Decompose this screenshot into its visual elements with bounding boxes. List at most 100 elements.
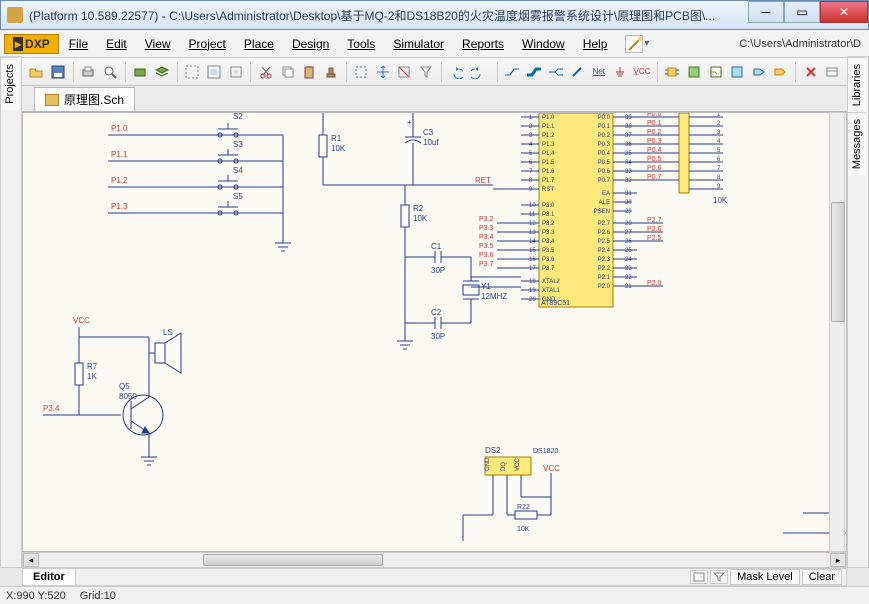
clear-filter-icon[interactable] bbox=[416, 61, 436, 83]
svg-text:P0.2: P0.2 bbox=[647, 129, 662, 136]
copy-icon[interactable] bbox=[278, 61, 298, 83]
svg-text:P2.0: P2.0 bbox=[647, 280, 662, 287]
preview-icon[interactable] bbox=[100, 61, 120, 83]
customize-icon[interactable] bbox=[625, 35, 643, 53]
svg-text:19: 19 bbox=[529, 288, 536, 294]
close-button[interactable]: ✕ bbox=[820, 1, 868, 23]
menu-view[interactable]: View bbox=[137, 34, 179, 54]
svg-text:33: 33 bbox=[625, 169, 632, 175]
svg-text:VCC: VCC bbox=[73, 316, 90, 325]
projects-panel-tab[interactable]: Projects bbox=[1, 57, 19, 110]
svg-text:31: 31 bbox=[625, 191, 632, 197]
svg-text:P2.7: P2.7 bbox=[598, 221, 611, 227]
svg-text:GND: GND bbox=[542, 297, 556, 303]
right-panel-rail[interactable]: Libraries Messages bbox=[847, 56, 869, 568]
vertical-scrollbar[interactable] bbox=[829, 112, 845, 552]
horizontal-scrollbar[interactable]: ◂ ▸ bbox=[22, 552, 847, 568]
mask-icon[interactable] bbox=[690, 570, 708, 584]
place-no-erc-icon[interactable] bbox=[801, 61, 821, 83]
svg-text:22: 22 bbox=[625, 275, 632, 281]
v-scroll-thumb[interactable] bbox=[831, 202, 845, 322]
svg-text:18: 18 bbox=[529, 279, 536, 285]
svg-text:S4: S4 bbox=[233, 166, 243, 175]
svg-text:DQ: DQ bbox=[501, 462, 507, 471]
svg-text:Q5: Q5 bbox=[119, 382, 130, 391]
select-icon[interactable] bbox=[351, 61, 371, 83]
minimize-button[interactable]: ─ bbox=[748, 1, 784, 23]
svg-text:17: 17 bbox=[529, 266, 536, 272]
left-panel-rail[interactable]: Projects bbox=[0, 56, 22, 568]
svg-text:P2.5: P2.5 bbox=[647, 235, 662, 242]
undo-icon[interactable] bbox=[447, 61, 467, 83]
print-icon[interactable] bbox=[79, 61, 99, 83]
menu-design[interactable]: Design bbox=[284, 34, 337, 54]
browse-components-icon[interactable] bbox=[823, 61, 843, 83]
place-bus-icon[interactable] bbox=[524, 61, 544, 83]
place-signal-harness-icon[interactable] bbox=[546, 61, 566, 83]
place-harness-connector-icon[interactable] bbox=[749, 61, 769, 83]
messages-panel-tab[interactable]: Messages bbox=[848, 112, 866, 175]
place-sheet-entry-icon[interactable] bbox=[706, 61, 726, 83]
place-device-sheet-icon[interactable] bbox=[727, 61, 747, 83]
menu-simulator[interactable]: Simulator bbox=[385, 34, 452, 54]
svg-text:P0.1: P0.1 bbox=[647, 120, 662, 127]
editor-tab[interactable]: Editor bbox=[23, 569, 76, 585]
svg-text:P0.4: P0.4 bbox=[647, 147, 662, 154]
svg-text:P2.4: P2.4 bbox=[598, 248, 611, 254]
schematic-file-icon bbox=[45, 94, 59, 106]
svg-text:P0.1: P0.1 bbox=[598, 124, 611, 130]
save-icon[interactable] bbox=[48, 61, 68, 83]
h-scroll-thumb[interactable] bbox=[203, 554, 383, 566]
zoom-area-icon[interactable] bbox=[183, 61, 203, 83]
place-sheet-symbol-icon[interactable] bbox=[684, 61, 704, 83]
compile-icon[interactable] bbox=[131, 61, 151, 83]
place-port-icon[interactable] bbox=[771, 61, 791, 83]
menu-help[interactable]: Help bbox=[575, 34, 616, 54]
place-net-label-icon[interactable]: Net bbox=[589, 61, 609, 83]
window-buttons: ─ ▭ ✕ bbox=[748, 1, 868, 29]
stack-icon[interactable] bbox=[152, 61, 172, 83]
place-wire-icon[interactable] bbox=[503, 61, 523, 83]
zoom-select-icon[interactable] bbox=[226, 61, 246, 83]
svg-text:P1.3: P1.3 bbox=[111, 202, 128, 211]
menu-file[interactable]: File bbox=[61, 34, 96, 54]
place-bus-entry-icon[interactable] bbox=[567, 61, 587, 83]
svg-text:VCC: VCC bbox=[543, 464, 560, 473]
filter-icon[interactable] bbox=[710, 570, 728, 584]
dxp-button[interactable]: ▸DXP bbox=[4, 34, 59, 54]
move-icon[interactable] bbox=[373, 61, 393, 83]
svg-text:P0.5: P0.5 bbox=[598, 160, 611, 166]
h-scroll-left-arrow[interactable]: ◂ bbox=[23, 553, 39, 567]
paste-icon[interactable] bbox=[299, 61, 319, 83]
menu-place[interactable]: Place bbox=[236, 34, 282, 54]
place-gnd-icon[interactable] bbox=[611, 61, 631, 83]
svg-text:P0.3: P0.3 bbox=[647, 138, 662, 145]
svg-text:R7: R7 bbox=[87, 362, 98, 371]
svg-text:P3.4: P3.4 bbox=[542, 239, 555, 245]
svg-text:P2.6: P2.6 bbox=[647, 226, 662, 233]
open-icon[interactable] bbox=[27, 61, 47, 83]
svg-text:DS2: DS2 bbox=[485, 446, 501, 455]
menu-reports[interactable]: Reports bbox=[454, 34, 512, 54]
h-scroll-right-arrow[interactable]: ▸ bbox=[830, 553, 846, 567]
document-tab[interactable]: 原理图.Sch bbox=[34, 87, 135, 111]
mask-level-button[interactable]: Mask Level bbox=[730, 569, 800, 585]
v-scroll-track[interactable] bbox=[829, 112, 845, 552]
zoom-fit-icon[interactable] bbox=[204, 61, 224, 83]
libraries-panel-tab[interactable]: Libraries bbox=[848, 57, 866, 112]
deselect-icon[interactable] bbox=[395, 61, 415, 83]
maximize-button[interactable]: ▭ bbox=[784, 1, 820, 23]
place-vcc-icon[interactable]: V̲CC bbox=[632, 61, 652, 83]
cut-icon[interactable] bbox=[256, 61, 276, 83]
rubber-stamp-icon[interactable] bbox=[321, 61, 341, 83]
menu-project[interactable]: Project bbox=[181, 34, 234, 54]
place-part-icon[interactable] bbox=[663, 61, 683, 83]
menu-tools[interactable]: Tools bbox=[339, 34, 383, 54]
menu-window[interactable]: Window bbox=[514, 34, 573, 54]
svg-text:37: 37 bbox=[625, 133, 632, 139]
svg-text:26: 26 bbox=[625, 239, 632, 245]
clear-button[interactable]: Clear bbox=[802, 569, 842, 585]
redo-icon[interactable] bbox=[468, 61, 488, 83]
schematic-canvas[interactable]: P1.0 P1.1 P1.2 P1.3 S2 S3 S4 S5 bbox=[22, 112, 847, 552]
menu-edit[interactable]: Edit bbox=[98, 34, 135, 54]
